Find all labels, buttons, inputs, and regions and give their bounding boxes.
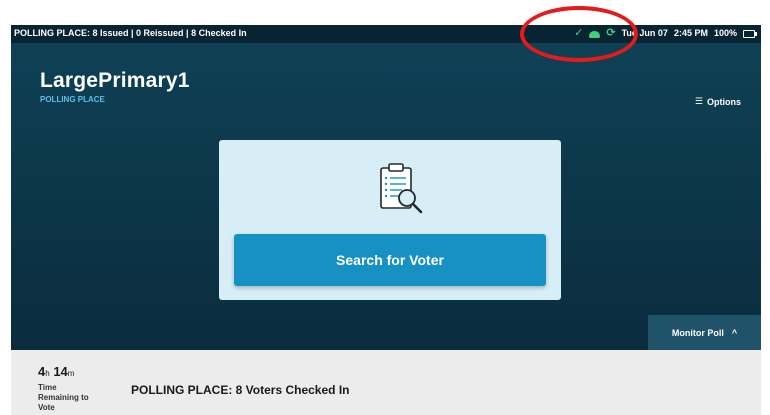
- chevron-up-icon: ^: [731, 327, 738, 338]
- monitor-poll-label: Monitor Poll: [671, 327, 724, 338]
- search-card: Search for Voter: [219, 140, 561, 300]
- footer-panel: 4h 14m Time Remaining to Vote POLLING PL…: [11, 350, 761, 415]
- clipboard-search-icon: [380, 163, 423, 214]
- page-subtitle: POLLING PLACE: [40, 95, 105, 104]
- time-remaining-label: Time Remaining to Vote: [38, 383, 89, 412]
- battery-level: 100%: [713, 28, 737, 38]
- minutes-unit: m: [67, 369, 75, 378]
- search-for-voter-button[interactable]: Search for Voter: [234, 234, 546, 286]
- time-remaining-value: 4h 14m: [38, 364, 98, 379]
- options-label: Options: [707, 96, 741, 107]
- checked-in-summary: POLLING PLACE: 8 Voters Checked In: [131, 383, 350, 397]
- status-summary: POLLING PLACE: 8 Issued | 0 Reissued | 8…: [14, 28, 247, 38]
- app-window: POLLING PLACE: 8 Issued | 0 Reissued | 8…: [11, 25, 761, 350]
- annotation-circle: [520, 6, 638, 62]
- menu-icon: ☰: [694, 96, 703, 106]
- hours-unit: h: [45, 369, 50, 378]
- status-bar: POLLING PLACE: 8 Issued | 0 Reissued | 8…: [11, 25, 761, 43]
- options-button[interactable]: ☰ Options: [695, 96, 741, 107]
- time-remaining: 4h 14m Time Remaining to Vote: [38, 364, 98, 413]
- page-title: LargePrimary1: [40, 69, 190, 92]
- status-time: 2:45 PM: [673, 28, 708, 38]
- monitor-poll-button[interactable]: Monitor Poll ^: [648, 315, 761, 350]
- battery-icon: [743, 30, 757, 38]
- minutes-value: 14: [53, 364, 68, 379]
